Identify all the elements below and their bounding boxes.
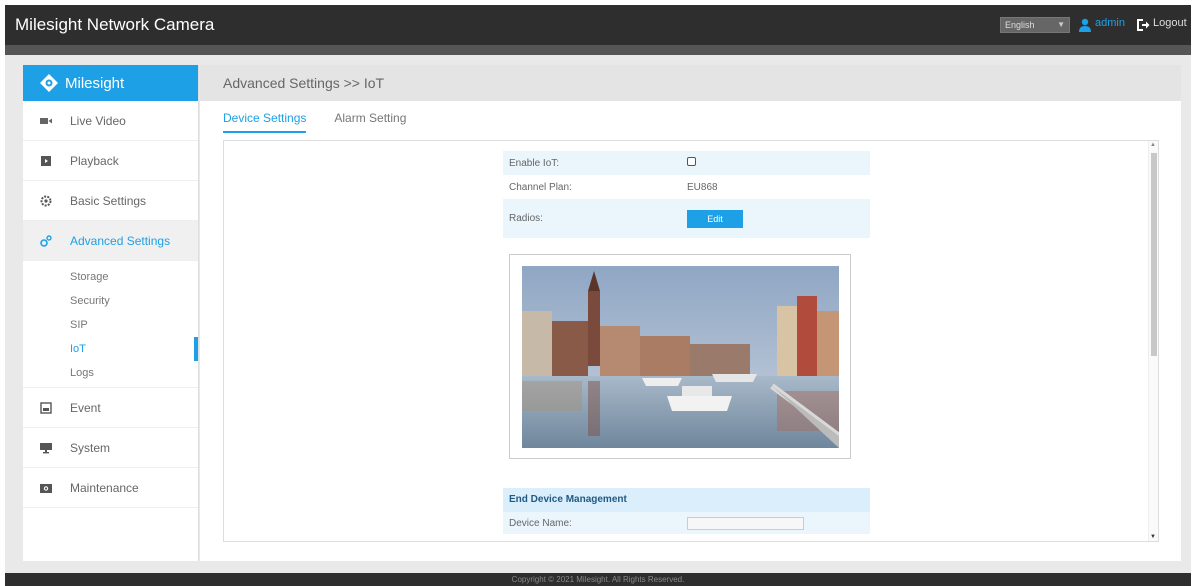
sidebar-item-label: System [70, 440, 111, 455]
footer: Copyright © 2021 Milesight. All Rights R… [5, 573, 1191, 586]
sidebar-item-system[interactable]: System [23, 428, 198, 468]
logout-link[interactable]: Logout [1153, 17, 1187, 29]
sidebar-item-playback[interactable]: Playback [23, 141, 198, 181]
tab-alarm-setting[interactable]: Alarm Setting [334, 111, 406, 133]
scroll-up-icon[interactable]: ▲ [1150, 142, 1156, 148]
content-scrollbar[interactable]: ▲ ▼ [1148, 141, 1158, 541]
sidebar-item-label: Advanced Settings [70, 233, 171, 248]
iot-settings-form: Enable IoT: Channel Plan: EU868 Radios: … [503, 151, 870, 238]
submenu-item-sip[interactable]: SIP [23, 313, 198, 337]
sidebar-item-label: Live Video [70, 113, 126, 128]
username-link[interactable]: admin [1095, 17, 1125, 29]
enable-iot-checkbox[interactable] [687, 157, 696, 166]
scroll-down-icon[interactable]: ▼ [1150, 534, 1156, 540]
form-row-channel-plan: Channel Plan: EU868 [503, 175, 870, 199]
logo-bar: Milesight [23, 65, 198, 101]
channel-plan-value: EU868 [687, 181, 718, 193]
edit-radios-button[interactable]: Edit [687, 209, 743, 228]
monitor-icon [40, 442, 52, 453]
camera-preview-frame [509, 254, 851, 459]
gear-icon [40, 195, 52, 206]
sidebar-item-live-video[interactable]: Live Video [23, 101, 198, 141]
top-bar: Milesight Network Camera English ▼ admin… [5, 5, 1191, 45]
header-divider [5, 45, 1191, 55]
content-box: Enable IoT: Channel Plan: EU868 Radios: … [223, 140, 1159, 542]
device-name-label: Device Name: [509, 517, 572, 529]
camera-icon [40, 483, 52, 493]
chevron-down-icon: ▼ [1057, 20, 1065, 29]
tab-bar: Device Settings Alarm Setting [223, 111, 434, 133]
submenu-item-security[interactable]: Security [23, 289, 198, 313]
tab-device-settings[interactable]: Device Settings [223, 111, 307, 133]
sidebar-item-event[interactable]: Event [23, 388, 198, 428]
logout-icon[interactable] [1136, 18, 1150, 32]
sidebar-item-label: Basic Settings [70, 193, 147, 208]
language-value: English [1005, 20, 1035, 30]
sidebar: Milesight Live Video Playback Basic Sett… [23, 65, 199, 561]
sidebar-item-advanced-settings[interactable]: Advanced Settings [23, 221, 198, 261]
sidebar-item-label: Maintenance [70, 480, 139, 495]
enable-iot-label: Enable IoT: [509, 157, 560, 169]
app-title: Milesight Network Camera [15, 15, 215, 34]
sidebar-item-label: Playback [70, 153, 119, 168]
milesight-logo-icon [40, 74, 58, 92]
form-row-enable-iot: Enable IoT: [503, 151, 870, 175]
playback-icon [41, 155, 51, 166]
sidebar-item-label: Event [70, 400, 101, 415]
user-icon[interactable] [1078, 18, 1092, 32]
logo-text: Milesight [65, 74, 125, 92]
submenu-item-iot[interactable]: IoT [23, 337, 198, 361]
radios-label: Radios: [509, 213, 543, 224]
scroll-thumb[interactable] [1151, 153, 1157, 356]
video-icon [40, 117, 52, 124]
channel-plan-label: Channel Plan: [509, 181, 572, 193]
end-device-management: End Device Management Device Name: [503, 488, 870, 534]
sidebar-item-maintenance[interactable]: Maintenance [23, 468, 198, 508]
advanced-settings-submenu: Storage Security SIP IoT Logs [23, 261, 198, 388]
submenu-item-logs[interactable]: Logs [23, 361, 198, 385]
submenu-item-storage[interactable]: Storage [23, 265, 198, 289]
language-select[interactable]: English ▼ [1000, 17, 1070, 33]
canal-scene-image [522, 266, 839, 448]
advanced-gear-icon [40, 234, 52, 247]
device-name-input[interactable] [687, 516, 804, 530]
form-row-radios: Radios: Edit [503, 199, 870, 238]
camera-preview-image [522, 266, 839, 448]
breadcrumb: Advanced Settings >> IoT [200, 65, 1181, 101]
form-row-device-name: Device Name: [503, 512, 870, 534]
end-device-header: End Device Management [503, 488, 870, 512]
main-panel: Advanced Settings >> IoT Device Settings… [200, 65, 1181, 561]
event-icon [40, 401, 52, 414]
sidebar-item-basic-settings[interactable]: Basic Settings [23, 181, 198, 221]
copyright-text: Copyright © 2021 Milesight. All Rights R… [511, 575, 685, 584]
